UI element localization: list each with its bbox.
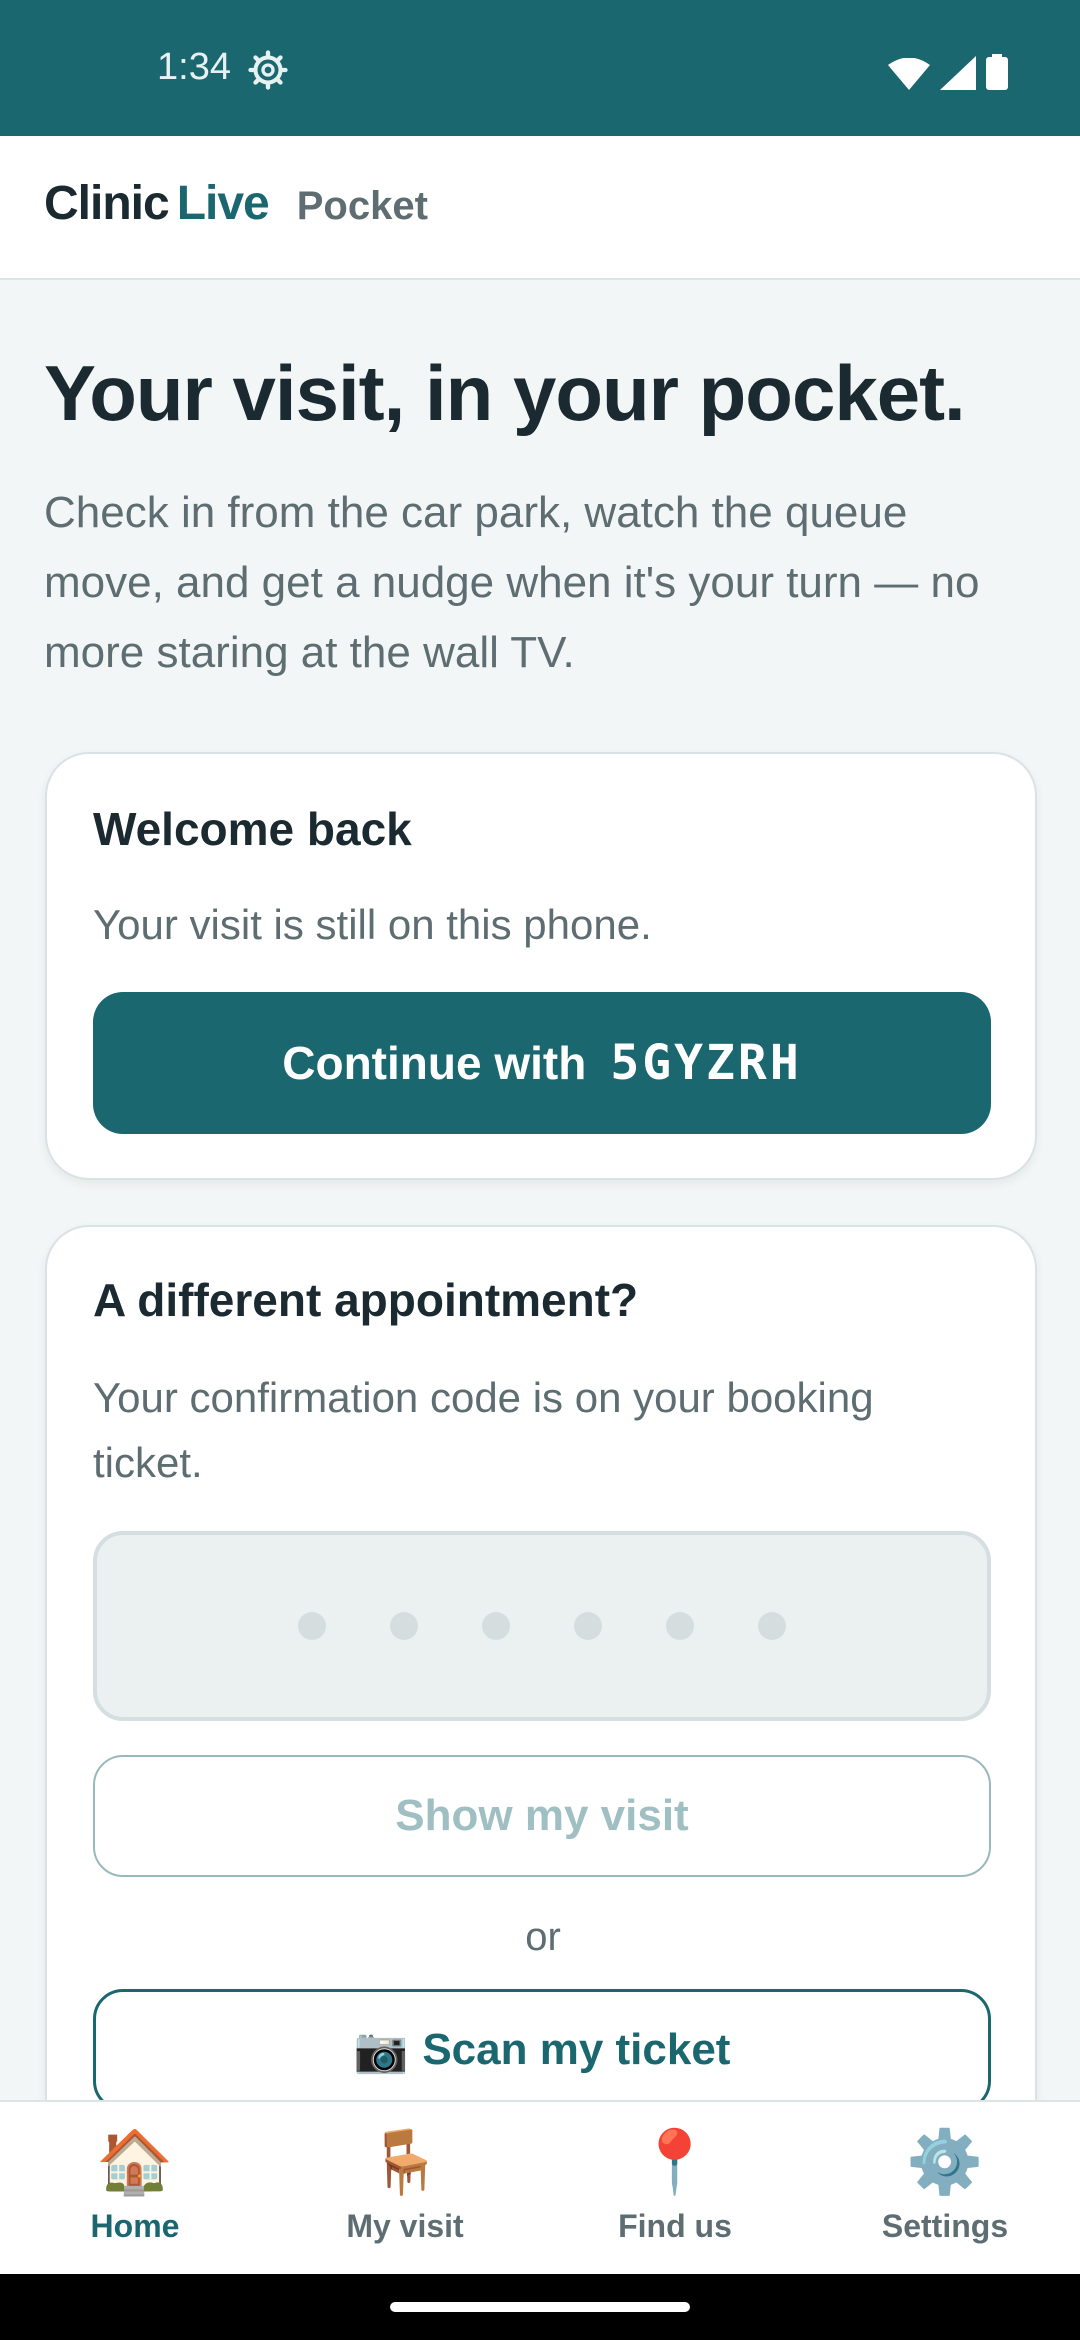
gear-icon: [248, 50, 288, 90]
continue-button-code: 5GYZRH: [610, 1035, 802, 1091]
scan-button-label: Scan my ticket: [422, 2025, 731, 2074]
brand-clinic: Clinic: [44, 177, 170, 230]
gesture-bar: [0, 2274, 1080, 2340]
home-gesture-handle[interactable]: [390, 2302, 690, 2312]
show-my-visit-button[interactable]: Show my visit: [93, 1755, 991, 1877]
welcome-card-title: Welcome back: [93, 803, 412, 855]
nav-label-my-visit: My visit: [346, 2208, 464, 2244]
nav-item-home[interactable]: 🏠 Home: [0, 2102, 270, 2276]
code-placeholder-dot: [298, 1612, 326, 1640]
code-placeholder-dot: [574, 1612, 602, 1640]
status-time: 1:34: [157, 46, 231, 88]
hero-description: Check in from the car park, watch the qu…: [44, 488, 980, 677]
brand-logo: Clinic Live Pocket: [44, 176, 428, 231]
nav-label-settings: Settings: [881, 2208, 1009, 2244]
confirmation-code-input[interactable]: [93, 1531, 991, 1721]
continue-visit-button[interactable]: Continue with 5GYZRH: [93, 992, 991, 1134]
settings-gear-icon: ⚙️: [906, 2128, 984, 2197]
code-placeholder-dot: [482, 1612, 510, 1640]
code-placeholder-dot: [758, 1612, 786, 1640]
camera-icon: 📷: [353, 2026, 409, 2075]
map-pin-icon: 📍: [636, 2128, 714, 2197]
nav-item-settings[interactable]: ⚙️ Settings: [810, 2102, 1080, 2276]
status-icons: [888, 54, 1008, 90]
page-title: Your visit, in your pocket.: [44, 349, 966, 437]
chair-icon: 🪑: [366, 2128, 444, 2197]
different-card-title: A different appointment?: [93, 1274, 639, 1326]
code-placeholder-dot: [390, 1612, 418, 1640]
brand-live: Live: [176, 177, 270, 230]
battery-icon: [986, 54, 1008, 90]
bottom-nav: 🏠 Home 🪑 My visit 📍 Find us ⚙️ Settings: [0, 2100, 1080, 2274]
different-appointment-card: A different appointment? Your confirmati…: [45, 1225, 1037, 2225]
nav-item-find-us[interactable]: 📍 Find us: [540, 2102, 810, 2276]
signal-icon: [940, 56, 976, 90]
nav-label-find-us: Find us: [618, 2208, 732, 2244]
welcome-card-text: Your visit is still on this phone.: [93, 901, 652, 948]
nav-item-my-visit[interactable]: 🪑 My visit: [270, 2102, 540, 2276]
different-card-text: Your confirmation code is on your bookin…: [93, 1374, 874, 1486]
welcome-back-card: Welcome back Your visit is still on this…: [45, 752, 1037, 1180]
app-header: Clinic Live Pocket: [0, 136, 1080, 280]
home-icon: 🏠: [96, 2128, 174, 2197]
continue-button-label: Continue with: [282, 1037, 587, 1089]
brand-subtitle: Pocket: [296, 184, 428, 228]
wifi-icon: [888, 58, 930, 90]
scan-ticket-button[interactable]: 📷 Scan my ticket: [93, 1989, 991, 2111]
code-placeholder-dot: [666, 1612, 694, 1640]
or-divider: or: [525, 1915, 561, 1959]
status-bar: 1:34: [0, 0, 1080, 136]
nav-label-home: Home: [90, 2208, 180, 2244]
